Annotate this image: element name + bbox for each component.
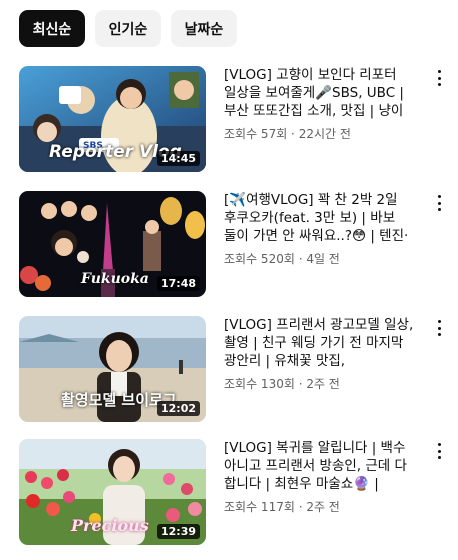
chip-popular[interactable]: 인기순: [95, 10, 161, 47]
video-item[interactable]: Precious 12:39 [VLOG] 복귀를 알립니다 | 백수 아니고 …: [19, 439, 449, 545]
video-item[interactable]: Fukuoka 17:48 [✈️여행VLOG] 꽉 찬 2박 2일 후쿠오카(…: [19, 191, 449, 297]
video-item[interactable]: SBS Reporter Vlog 14:45 [VLOG] 고향이 보인다 리…: [19, 66, 449, 172]
video-meta: 조회수 520회 · 4일 전: [224, 252, 340, 266]
video-duration: 14:45: [156, 151, 200, 166]
video-thumbnail[interactable]: Precious 12:39: [19, 439, 206, 545]
video-title[interactable]: [VLOG] 프리랜서 광고모델 일상, 촬영 | 친구 웨딩 가기 전 마지막…: [224, 316, 424, 370]
more-options-icon[interactable]: [433, 68, 445, 88]
video-info: [✈️여행VLOG] 꽉 찬 2박 2일 후쿠오카(feat. 3만 보) | …: [224, 191, 424, 267]
video-meta: 조회수 130회 · 2주 전: [224, 377, 340, 391]
thumbnail-overlay-text: Precious: [71, 516, 149, 535]
filter-chips: 최신순 인기순 날짜순: [19, 10, 237, 47]
video-duration: 12:39: [156, 524, 200, 539]
video-thumbnail[interactable]: SBS Reporter Vlog 14:45: [19, 66, 206, 172]
chip-date[interactable]: 날짜순: [171, 10, 237, 47]
chip-latest[interactable]: 최신순: [19, 10, 85, 47]
thumbnail-overlay-text: Fukuoka: [81, 271, 149, 287]
video-thumbnail[interactable]: Fukuoka 17:48: [19, 191, 206, 297]
video-meta: 조회수 117회 · 2주 전: [224, 500, 340, 514]
video-info: [VLOG] 고향이 보인다 리포터 일상을 보여줄게🎤SBS, UBC | 부…: [224, 66, 424, 142]
video-title[interactable]: [VLOG] 복귀를 알립니다 | 백수 아니고 프리랜서 방송인, 근데 다 …: [224, 439, 424, 493]
video-title[interactable]: [✈️여행VLOG] 꽉 찬 2박 2일 후쿠오카(feat. 3만 보) | …: [224, 191, 424, 245]
video-title[interactable]: [VLOG] 고향이 보인다 리포터 일상을 보여줄게🎤SBS, UBC | 부…: [224, 66, 424, 120]
more-options-icon[interactable]: [433, 441, 445, 461]
video-info: [VLOG] 프리랜서 광고모델 일상, 촬영 | 친구 웨딩 가기 전 마지막…: [224, 316, 424, 392]
video-duration: 12:02: [156, 401, 200, 416]
video-meta: 조회수 57회 · 22시간 전: [224, 127, 351, 141]
video-duration: 17:48: [156, 276, 200, 291]
more-options-icon[interactable]: [433, 193, 445, 213]
video-thumbnail[interactable]: 촬영모델 브이로그 12:02: [19, 316, 206, 422]
more-options-icon[interactable]: [433, 318, 445, 338]
video-item[interactable]: 촬영모델 브이로그 12:02 [VLOG] 프리랜서 광고모델 일상, 촬영 …: [19, 316, 449, 422]
video-info: [VLOG] 복귀를 알립니다 | 백수 아니고 프리랜서 방송인, 근데 다 …: [224, 439, 424, 515]
